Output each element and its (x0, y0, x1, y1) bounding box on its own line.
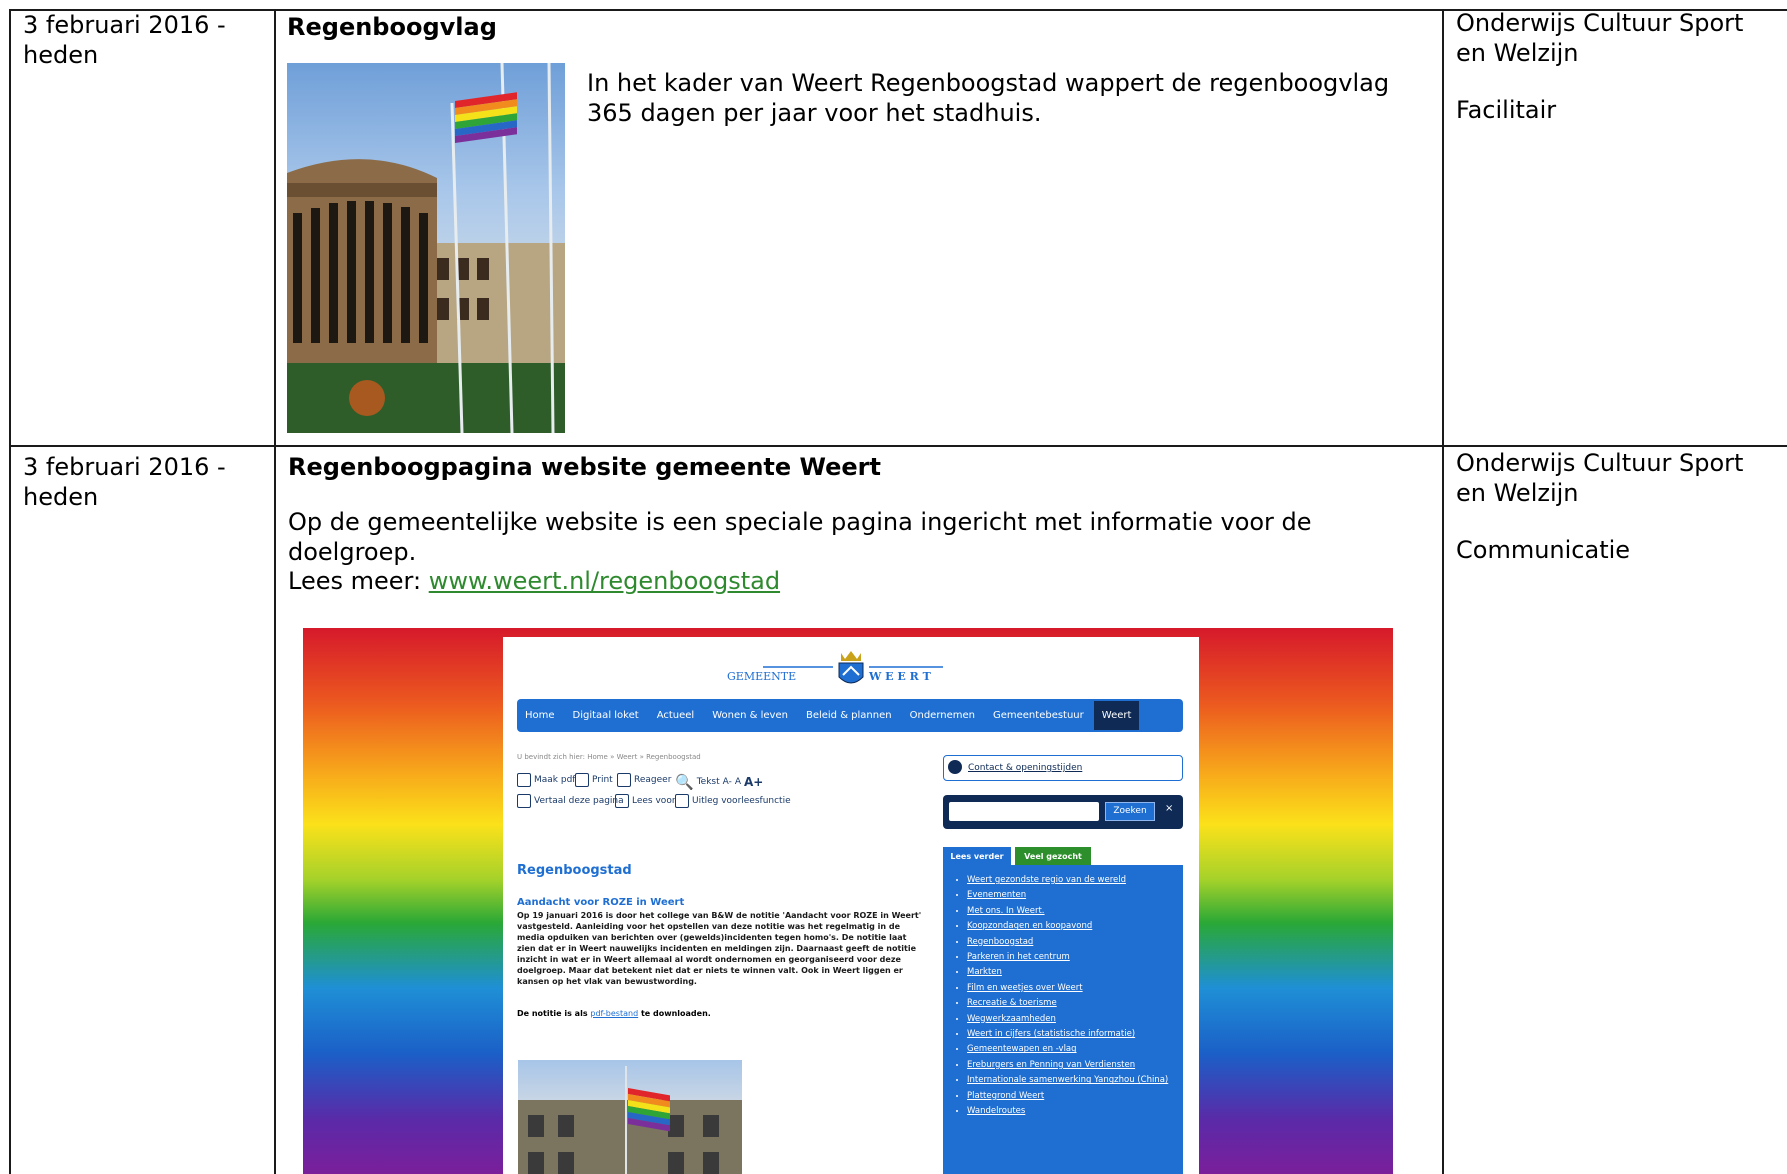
panel-link-item[interactable]: Internationale samenwerking Yangzhou (Ch… (967, 1073, 1183, 1088)
website-page: GEMEENTE W E E R T Home Digitaal loket A… (503, 637, 1199, 1174)
nav-actueel[interactable]: Actueel (657, 710, 695, 721)
website-screenshot: GEMEENTE W E E R T Home Digitaal loket A… (303, 628, 1393, 1174)
panel-link-item[interactable]: Gemeentewapen en -vlag (967, 1042, 1183, 1057)
nav-home[interactable]: Home (525, 710, 555, 721)
row2-sub-department: Communicatie (1456, 536, 1631, 564)
search-button[interactable]: Zoeken (1105, 802, 1155, 821)
text-larger[interactable]: A+ (744, 775, 763, 789)
row1-title: Regenboogvlag (287, 13, 497, 41)
breadcrumb: U bevindt zich hier: Home » Weert » Rege… (517, 753, 701, 761)
row2-description: Op de gemeentelijke website is een speci… (288, 508, 1312, 566)
tool-maak-pdf[interactable]: Maak pdf (517, 773, 575, 787)
magnifier-icon: 🔍 (675, 773, 694, 791)
page-heading: Regenboogstad (517, 863, 632, 878)
row1-sub-department: Facilitair (1456, 96, 1557, 124)
panel-link-item[interactable]: Parkeren in het centrum (967, 950, 1183, 965)
row2-department: Onderwijs Cultuur Sport en Welzijn (1456, 449, 1744, 507)
tool-print[interactable]: Print (575, 773, 613, 787)
table-col-divider-2 (1442, 9, 1444, 1174)
nav-ondernemen[interactable]: Ondernemen (910, 710, 975, 721)
printer-icon (575, 773, 589, 787)
website-nav: Home Digitaal loket Actueel Wonen & leve… (517, 699, 1183, 732)
read-aloud-icon (615, 794, 629, 808)
links-panel: Weert gezondste regio van de wereldEvene… (943, 865, 1183, 1174)
pdf-link[interactable]: pdf-bestand (590, 1009, 638, 1018)
row1-description: In het kader van Weert Regenboogstad wap… (587, 69, 1390, 127)
search-bar: Zoeken × (943, 795, 1183, 829)
contact-link[interactable]: Contact & openingstijden (968, 763, 1082, 774)
panel-link-item[interactable]: Weert in cijfers (statistische informati… (967, 1027, 1183, 1042)
tab-veel-gezocht[interactable]: Veel gezocht (1015, 847, 1091, 867)
nav-wonen-leven[interactable]: Wonen & leven (712, 710, 788, 721)
panel-link-item[interactable]: Weert gezondste regio van de wereld (967, 873, 1183, 888)
panel-link-item[interactable]: Met ons. In Weert. (967, 904, 1183, 919)
tab-lees-verder[interactable]: Lees verder (943, 847, 1011, 867)
pdf-icon (517, 773, 531, 787)
panel-link-item[interactable]: Recreatie & toerisme (967, 996, 1183, 1011)
town-hall-flag-photo (287, 63, 565, 433)
text-normal[interactable]: A (735, 777, 741, 787)
panel-link-item[interactable]: Film en weetjes over Weert (967, 981, 1183, 996)
text-smaller[interactable]: A- (723, 777, 732, 787)
envelope-icon (617, 773, 631, 787)
page-body: Op 19 januari 2016 is door het college v… (517, 911, 922, 986)
contact-box[interactable]: Contact & openingstijden (943, 755, 1183, 781)
row1-department: Onderwijs Cultuur Sport en Welzijn (1456, 9, 1744, 67)
row2-read-more: Lees meer: www.weert.nl/regenboogstad (288, 566, 780, 596)
weert-logo: GEMEENTE W E E R T (723, 647, 983, 691)
row2-date: 3 februari 2016 - heden (23, 453, 226, 511)
table-col-divider-1 (274, 9, 276, 1174)
panel-link-item[interactable]: Wandelroutes (967, 1104, 1183, 1119)
panel-link-item[interactable]: Regenboogstad (967, 935, 1183, 950)
nav-digitaal-loket[interactable]: Digitaal loket (573, 710, 639, 721)
translate-icon (517, 794, 531, 808)
row2-title: Regenboogpagina website gemeente Weert (288, 453, 881, 481)
page-subheading: Aandacht voor ROZE in Weert (517, 897, 685, 908)
panel-link-item[interactable]: Evenementen (967, 888, 1183, 903)
logo-text-weert: W E E R T (869, 670, 931, 683)
tool-lees-voor[interactable]: Lees voor (615, 794, 676, 808)
logo-text-gemeente: GEMEENTE (727, 670, 797, 683)
panel-link-item[interactable]: Plattegrond Weert (967, 1089, 1183, 1104)
table-left-border (9, 9, 11, 1174)
flag-photo-thumbnail (518, 1060, 742, 1174)
nav-beleid-plannen[interactable]: Beleid & plannen (806, 710, 892, 721)
crest-icon (763, 651, 943, 684)
panel-link-item[interactable]: Markten (967, 965, 1183, 980)
tool-reageer[interactable]: Reageer (617, 773, 671, 787)
panel-link-item[interactable]: Wegwerkzaamheden (967, 1012, 1183, 1027)
info-doc-icon (675, 794, 689, 808)
close-icon[interactable]: × (1165, 803, 1173, 814)
tool-uitleg[interactable]: Uitleg voorleesfunctie (675, 794, 791, 808)
row1-date: 3 februari 2016 - heden (23, 11, 226, 69)
panel-link-item[interactable]: Ereburgers en Penning van Verdiensten (967, 1058, 1183, 1073)
contact-icon (948, 760, 962, 774)
regenboogstad-link[interactable]: www.weert.nl/regenboogstad (429, 567, 780, 595)
nav-weert[interactable]: Weert (1093, 701, 1140, 730)
nav-gemeentebestuur[interactable]: Gemeentebestuur (993, 710, 1084, 721)
read-more-label: Lees meer: (288, 567, 422, 595)
pdf-note: De notitie is als pdf-bestand te downloa… (517, 1009, 711, 1018)
tool-vertaal[interactable]: Vertaal deze pagina (517, 794, 624, 808)
panel-link-item[interactable]: Koopzondagen en koopavond (967, 919, 1183, 934)
links-list: Weert gezondste regio van de wereldEvene… (943, 865, 1183, 1120)
search-input[interactable] (949, 802, 1099, 821)
tool-tekst[interactable]: 🔍 Tekst A- A A+ (675, 773, 763, 791)
